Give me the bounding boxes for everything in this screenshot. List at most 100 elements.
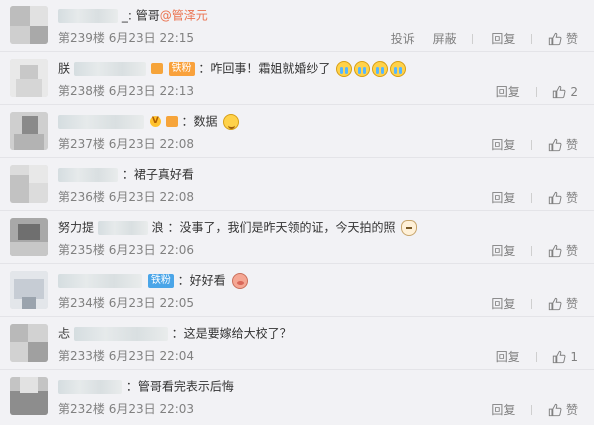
avatar[interactable] bbox=[10, 377, 48, 415]
thumbs-up-icon bbox=[553, 350, 566, 363]
reply-button[interactable]: 回复 bbox=[491, 136, 515, 154]
reply-button[interactable]: 回复 bbox=[491, 30, 515, 48]
comment-line: _: 管哥@管泽元 bbox=[58, 5, 208, 25]
comment-meta: 第236楼 6月23日 22:08 bbox=[58, 190, 195, 204]
username[interactable] bbox=[73, 61, 146, 76]
like-button[interactable]: 1 bbox=[552, 348, 578, 366]
divider bbox=[531, 298, 533, 309]
comment-line: 朕 铁粉 ：咋回事！霜姐就婚纱了 bbox=[58, 58, 407, 78]
avatar[interactable] bbox=[10, 59, 48, 97]
cry-icon bbox=[336, 60, 353, 77]
like-count: 赞 bbox=[565, 243, 578, 258]
comment-actions: 回复 赞 bbox=[477, 400, 578, 418]
comment-actions: 回复 赞 bbox=[477, 135, 578, 153]
comment-meta: 第234楼 6月23日 22:05 bbox=[58, 296, 195, 310]
username[interactable] bbox=[58, 8, 118, 23]
reply-button[interactable]: 回复 bbox=[496, 83, 520, 101]
fan-badge[interactable]: 铁粉 bbox=[147, 273, 174, 288]
like-count: 赞 bbox=[565, 402, 578, 417]
username[interactable] bbox=[73, 326, 168, 341]
list-item: _: 管哥@管泽元 第239楼 6月23日 22:15 投诉 屏蔽 回复 赞 bbox=[0, 0, 594, 52]
list-item: 努力提 浪 ：没事了，我们是昨天领的证，今天拍的照 第235楼 6月23日 22… bbox=[0, 212, 594, 264]
comment-list: _: 管哥@管泽元 第239楼 6月23日 22:15 投诉 屏蔽 回复 赞 朕 bbox=[0, 0, 594, 425]
comment-actions: 回复 2 bbox=[482, 82, 578, 100]
username-prefix[interactable]: 朕 bbox=[58, 62, 70, 76]
cry-icon bbox=[354, 60, 371, 77]
avatar[interactable] bbox=[10, 6, 48, 44]
like-count: 2 bbox=[570, 84, 578, 99]
report-button[interactable]: 投诉 bbox=[391, 30, 415, 48]
comment-meta: 第237楼 6月23日 22:08 bbox=[58, 137, 195, 151]
like-button[interactable]: 赞 bbox=[548, 189, 578, 207]
like-button[interactable]: 赞 bbox=[548, 30, 578, 48]
comment-text: ：裙子真好看 bbox=[121, 167, 194, 182]
divider bbox=[535, 86, 537, 97]
comment-meta: 第233楼 6月23日 22:04 bbox=[58, 349, 195, 363]
divider bbox=[531, 33, 533, 44]
divider bbox=[531, 245, 533, 256]
like-button[interactable]: 2 bbox=[552, 83, 578, 101]
comment-actions: 回复 1 bbox=[482, 347, 578, 365]
mention-link[interactable]: @管泽元 bbox=[160, 9, 208, 23]
username-suffix[interactable]: 浪 bbox=[152, 221, 164, 235]
like-count: 赞 bbox=[565, 190, 578, 205]
pig-icon bbox=[231, 272, 248, 289]
comment-line: 铁粉 ：好好看 bbox=[58, 270, 248, 290]
thumbs-up-icon bbox=[548, 244, 562, 257]
divider bbox=[531, 192, 533, 203]
list-item: 忐 ：这是要嫁给大校了？ 第233楼 6月23日 22:04 回复 1 bbox=[0, 318, 594, 370]
username-prefix[interactable]: 忐 bbox=[58, 327, 70, 341]
comment-actions: 回复 赞 bbox=[477, 188, 578, 206]
reply-button[interactable]: 回复 bbox=[496, 348, 520, 366]
reply-button[interactable]: 回复 bbox=[491, 401, 515, 419]
comment-meta: 第232楼 6月23日 22:03 bbox=[58, 402, 195, 416]
list-item: 朕 铁粉 ：咋回事！霜姐就婚纱了 第238楼 6月23日 22:13 回复 2 bbox=[0, 53, 594, 105]
like-button[interactable]: 赞 bbox=[548, 401, 578, 419]
avatar[interactable] bbox=[10, 165, 48, 203]
block-button[interactable]: 屏蔽 bbox=[433, 30, 457, 48]
like-count: 赞 bbox=[565, 296, 578, 311]
comment-text: ：咋回事！霜姐就婚纱了 bbox=[198, 61, 331, 76]
divider bbox=[535, 351, 537, 362]
username-prefix[interactable]: 努力提 bbox=[58, 221, 94, 235]
comment-line: 忐 ：这是要嫁给大校了？ bbox=[58, 323, 292, 343]
like-button[interactable]: 赞 bbox=[548, 295, 578, 313]
verified-badge[interactable]: V bbox=[149, 116, 161, 127]
list-item: ：裙子真好看 第236楼 6月23日 22:08 回复 赞 bbox=[0, 159, 594, 211]
comment-text: ：没事了，我们是昨天领的证，今天拍的照 bbox=[167, 220, 396, 235]
divider bbox=[531, 139, 533, 150]
avatar[interactable] bbox=[10, 271, 48, 309]
avatar[interactable] bbox=[10, 218, 48, 256]
reply-button[interactable]: 回复 bbox=[491, 295, 515, 313]
fan-badge[interactable]: 铁粉 bbox=[168, 61, 195, 76]
username-suffix[interactable]: _: bbox=[122, 9, 132, 23]
comment-meta: 第238楼 6月23日 22:13 bbox=[58, 84, 195, 98]
thumbs-up-icon bbox=[548, 32, 562, 45]
like-button[interactable]: 赞 bbox=[548, 242, 578, 260]
username[interactable] bbox=[58, 167, 118, 182]
cry-icon bbox=[390, 60, 407, 77]
comment-line: V ：数据 bbox=[58, 111, 240, 131]
comment-meta: 第239楼 6月23日 22:15 bbox=[58, 31, 195, 45]
username[interactable] bbox=[97, 220, 148, 235]
reply-button[interactable]: 回复 bbox=[491, 242, 515, 260]
crown-icon bbox=[150, 63, 163, 74]
reply-button[interactable]: 回复 bbox=[491, 189, 515, 207]
like-button[interactable]: 赞 bbox=[548, 136, 578, 154]
thumbs-up-icon bbox=[548, 403, 562, 416]
comment-actions: 回复 赞 bbox=[477, 294, 578, 312]
cry-icon bbox=[372, 60, 389, 77]
list-item: V ：数据 第237楼 6月23日 22:08 回复 赞 bbox=[0, 106, 594, 158]
username[interactable] bbox=[58, 114, 144, 129]
avatar[interactable] bbox=[10, 324, 48, 362]
comment-text: ：数据 bbox=[181, 114, 218, 129]
thumbs-up-icon bbox=[553, 85, 566, 98]
avatar[interactable] bbox=[10, 112, 48, 150]
username[interactable] bbox=[58, 273, 142, 288]
comment-line: ：管哥看完表示后悔 bbox=[58, 376, 234, 396]
comment-line: 努力提 浪 ：没事了，我们是昨天领的证，今天拍的照 bbox=[58, 217, 418, 237]
like-count: 赞 bbox=[565, 137, 578, 152]
comment-text: ：好好看 bbox=[177, 273, 226, 288]
comment-line: ：裙子真好看 bbox=[58, 164, 194, 184]
username[interactable] bbox=[58, 379, 122, 394]
